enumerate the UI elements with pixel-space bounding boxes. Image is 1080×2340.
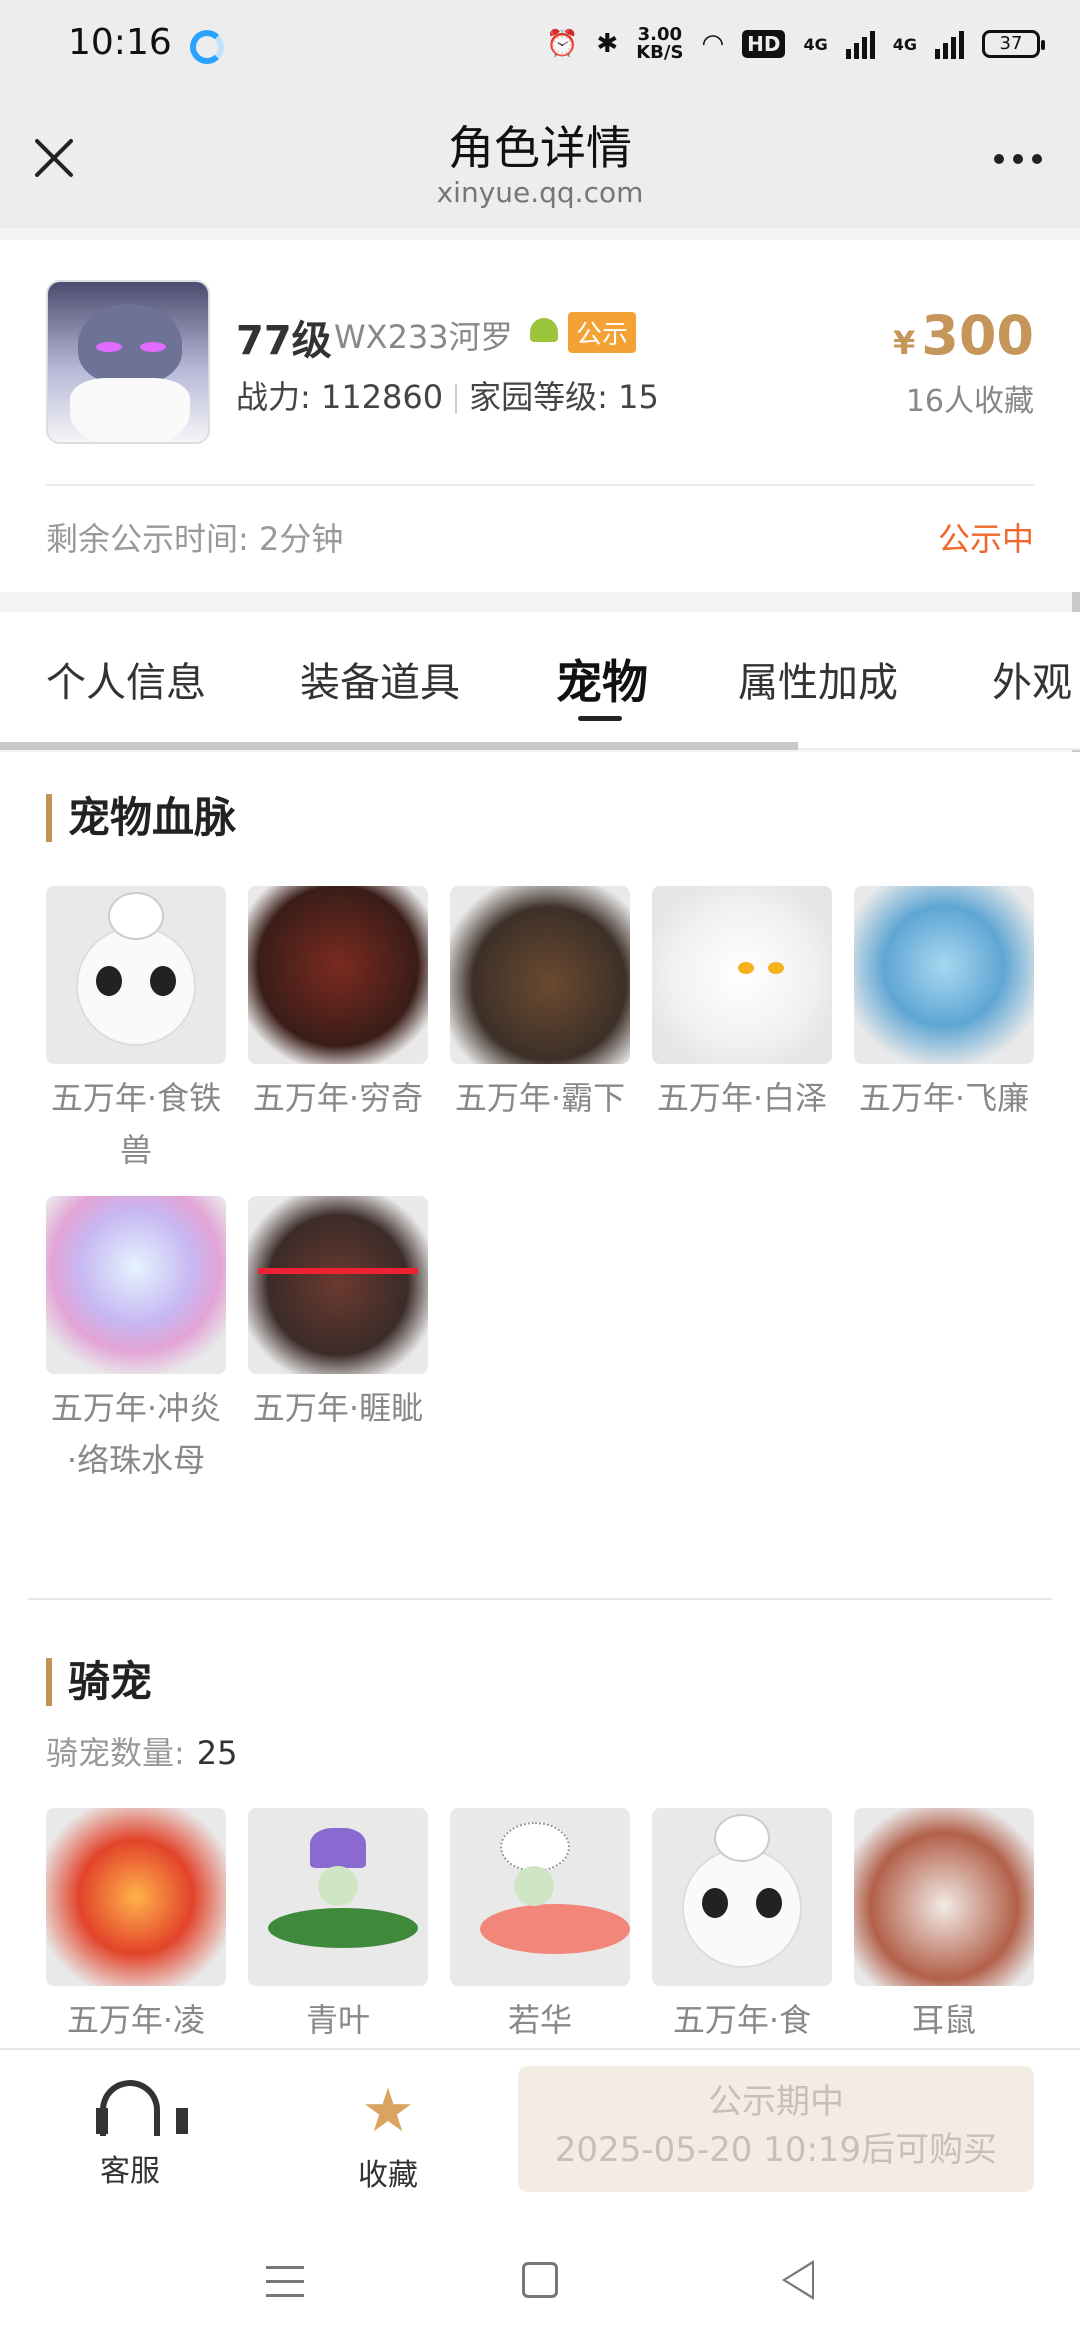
alarm-icon: ⏰ — [546, 29, 579, 59]
pets-panel: 宠物血脉 五万年·食铁兽 五万年·穷奇 五万年·霸下 五万年·白泽 五万年·飞廉… — [0, 752, 1080, 2048]
section-divider — [28, 1598, 1052, 1600]
clock: 10:16 — [68, 22, 172, 63]
favorite-button[interactable]: ★ 收藏 — [308, 2080, 468, 2194]
top-nav-bar: 角色详情 xinyue.qq.com — [0, 92, 1080, 228]
flower-sprite-icon — [248, 1808, 428, 1986]
star-icon: ★ — [361, 2076, 415, 2146]
customer-service-button[interactable]: 客服 — [50, 2080, 210, 2190]
pet-item[interactable]: 五万年·食铁兽 — [46, 886, 226, 1176]
tab-pets[interactable]: 宠物 — [556, 646, 648, 712]
buy-button-disabled[interactable]: 公示期中 2025-05-20 10:19后可购买 — [518, 2066, 1034, 2192]
divider — [46, 484, 1034, 486]
jellyfish-icon — [46, 1196, 226, 1374]
signal-bars-icon — [845, 29, 875, 59]
hd-icon: HD — [742, 30, 786, 58]
remaining-time: 剩余公示时间: 2分钟 — [46, 520, 344, 558]
role-stats: 战力: 112860 家园等级: 15 — [236, 372, 659, 418]
mount-item[interactable]: 五万年·食 — [652, 1808, 832, 2046]
combat-power: 战力: 112860 — [236, 378, 444, 416]
pet-section-title: 宠物血脉 — [46, 794, 236, 842]
mount-section-title: 骑宠 — [46, 1658, 152, 1706]
mount-item[interactable]: 若华 — [450, 1808, 630, 2046]
role-summary-card: 77级 WX233河罗 公示 战力: 112860 家园等级: 15 ¥300 1… — [0, 240, 1080, 592]
more-menu-icon[interactable] — [994, 154, 1042, 164]
panda-icon — [652, 1808, 832, 1986]
tab-personal-info[interactable]: 个人信息 — [46, 650, 206, 708]
home-icon[interactable] — [522, 2262, 558, 2298]
phoenix-icon — [46, 1808, 226, 1986]
beast-red-icon — [248, 886, 428, 1064]
red-dragon-icon — [248, 1196, 428, 1374]
tab-bar: 个人信息 装备道具 宠物 属性加成 外观 — [0, 612, 1080, 750]
recent-apps-icon[interactable] — [266, 2266, 304, 2308]
tab-scrollbar — [0, 742, 798, 750]
mount-count: 骑宠数量: 25 — [46, 1734, 238, 1772]
signal-bars-icon-2 — [935, 29, 964, 59]
pet-item[interactable]: 五万年·霸下 — [450, 886, 630, 1124]
favorite-count: 16人收藏 — [905, 384, 1034, 419]
system-nav-bar — [0, 2226, 1080, 2340]
network-speed: 3.00 KB/S — [636, 24, 684, 63]
status-bar: 10:16 ⏰ ✱ 3.00 KB/S ◠ HD 4G 4G 37 — [0, 0, 1080, 92]
public-badge: 公示 — [568, 312, 637, 353]
active-tab-indicator — [578, 716, 622, 721]
wifi-icon: ◠ — [701, 29, 725, 59]
signal-4g-2: 4G — [892, 34, 917, 54]
signal-4g-1: 4G — [803, 34, 828, 54]
bluetooth-icon: ✱ — [596, 29, 619, 59]
android-icon — [530, 318, 558, 342]
back-icon[interactable] — [782, 2260, 814, 2300]
page-domain: xinyue.qq.com — [436, 176, 644, 209]
qq-browser-icon — [190, 30, 224, 64]
pet-item[interactable]: 五万年·穷奇 — [248, 886, 428, 1124]
mount-item[interactable]: 青叶 — [248, 1808, 428, 2046]
dragon-icon — [450, 886, 630, 1064]
tab-appearance[interactable]: 外观 — [992, 650, 1072, 708]
home-level: 家园等级: 15 — [469, 378, 659, 416]
mount-item[interactable]: 耳鼠 — [854, 1808, 1034, 2046]
tab-attributes[interactable]: 属性加成 — [738, 650, 898, 708]
status-icons: ⏰ ✱ 3.00 KB/S ◠ HD 4G 4G 37 — [546, 24, 1045, 63]
mount-item[interactable]: 五万年·凌 — [46, 1808, 226, 2046]
pet-item[interactable]: 五万年·飞廉 — [854, 886, 1034, 1124]
bottom-action-bar: 客服 ★ 收藏 公示期中 2025-05-20 10:19后可购买 — [0, 2048, 1080, 2226]
pet-item[interactable]: 五万年·白泽 — [652, 886, 832, 1124]
page-title: 角色详情 — [448, 121, 632, 175]
status-text: 公示中 — [937, 520, 1034, 558]
ice-bird-icon — [854, 886, 1034, 1064]
dandelion-sprite-icon — [450, 1808, 630, 1986]
white-cat-icon — [652, 886, 832, 1064]
panda-icon — [46, 886, 226, 1064]
tab-equipment[interactable]: 装备道具 — [300, 650, 460, 708]
role-avatar[interactable] — [46, 280, 210, 444]
pet-item[interactable]: 五万年·睚眦 — [248, 1196, 428, 1434]
battery-icon: 37 — [982, 30, 1045, 58]
squirrel-icon — [854, 1808, 1034, 1986]
price: ¥300 — [893, 304, 1034, 367]
role-server: WX233河罗 — [334, 318, 513, 356]
main-content: 77级 WX233河罗 公示 战力: 112860 家园等级: 15 ¥300 1… — [0, 240, 1080, 2048]
pet-item[interactable]: 五万年·冲炎·络珠水母 — [46, 1196, 226, 1486]
headset-icon — [96, 2080, 188, 2136]
role-level: 77级 — [236, 318, 332, 364]
